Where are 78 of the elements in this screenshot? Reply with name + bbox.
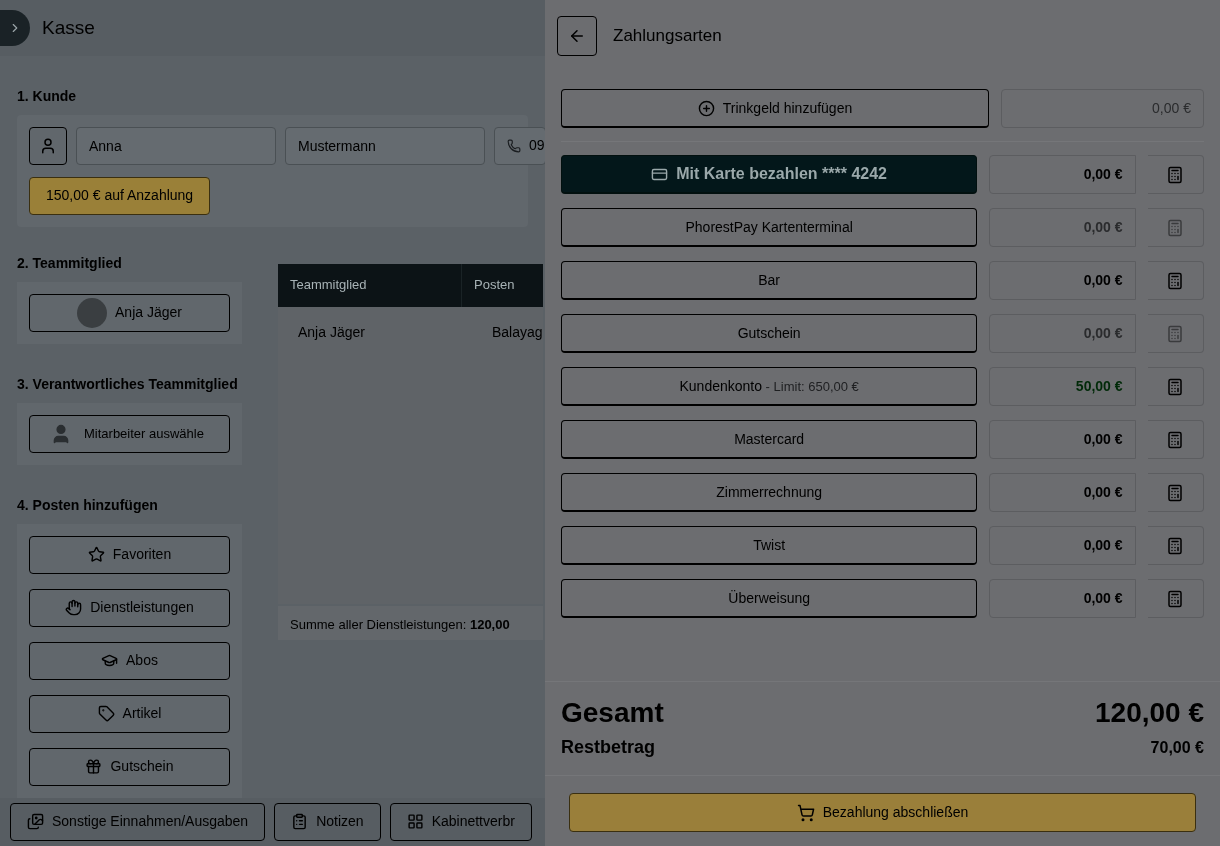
amount-field[interactable]: 0,00 € — [989, 579, 1136, 618]
cart-icon — [796, 803, 815, 822]
expand-button[interactable] — [0, 9, 30, 46]
amount-field[interactable]: 0,00 € — [989, 155, 1136, 194]
last-name-field[interactable]: Mustermann — [285, 126, 485, 165]
section-heading: 3. Verantwortliches Teammitglied — [17, 374, 239, 394]
team-member-button[interactable]: Anja Jäger — [29, 293, 230, 332]
rest-amount: 70,00 € — [1150, 737, 1204, 758]
calculator-button[interactable] — [1147, 155, 1204, 194]
phone-value: 09 — [529, 136, 545, 156]
calculator-icon — [1166, 483, 1185, 502]
calculator-button[interactable] — [1147, 261, 1204, 300]
grid-icon — [406, 813, 424, 831]
calculator-button[interactable] — [1147, 314, 1204, 353]
calculator-icon — [1166, 218, 1185, 237]
gift-icon — [85, 758, 103, 776]
payment-method-button[interactable]: Mit Karte bezahlen **** 4242 — [561, 155, 978, 194]
calculator-button[interactable] — [1147, 367, 1204, 406]
total-amount: 120,00 € — [1095, 696, 1204, 730]
sum-bar: Summe aller Dienstleistungen: 120,00 — [278, 605, 543, 640]
section-heading: 1. Kunde — [17, 86, 78, 106]
calculator-button[interactable] — [1147, 579, 1204, 618]
footer-button[interactable]: Sonstige Einnahmen/Ausgaben — [10, 802, 266, 841]
section-heading: 4. Posten hinzufügen — [17, 495, 159, 515]
tag-icon — [97, 705, 115, 723]
footer-button[interactable]: Kabinettverbr — [389, 802, 532, 841]
page-title: Kasse — [42, 15, 95, 40]
calculator-button[interactable] — [1147, 473, 1204, 512]
avatar — [77, 297, 108, 328]
rest-label: Restbetrag — [561, 736, 656, 759]
phone-field[interactable]: 09 — [494, 126, 545, 165]
table-cell-text: Anja Jäger — [297, 323, 366, 343]
column-header: Posten — [473, 276, 516, 295]
calculator-button[interactable] — [1147, 420, 1204, 459]
phone-icon — [507, 138, 521, 153]
deposit-badge: 150,00 € auf Anzahlung — [29, 176, 211, 215]
calculator-button[interactable] — [1147, 208, 1204, 247]
calculator-icon — [1166, 165, 1185, 184]
amount-field[interactable]: 50,00 € — [989, 367, 1136, 406]
payment-method-button[interactable]: Kundenkonto - Limit: 650,00 € — [561, 367, 978, 406]
table-cell-text: Balayag — [491, 323, 543, 343]
payment-method-button[interactable]: Überweisung — [561, 579, 978, 618]
total-label: Gesamt — [561, 696, 664, 730]
amount-field[interactable]: 0,00 € — [989, 473, 1136, 512]
plus-circle-icon — [697, 99, 715, 117]
calculator-icon — [1166, 271, 1185, 290]
amount-field[interactable]: 0,00 € — [989, 526, 1136, 565]
calculator-icon — [1166, 324, 1185, 343]
calculator-icon — [1166, 536, 1185, 555]
clipboard-icon — [291, 813, 309, 831]
calculator-button[interactable] — [1147, 526, 1204, 565]
add-item-button[interactable]: Gutschein — [29, 747, 230, 786]
add-item-button[interactable]: Favoriten — [29, 535, 230, 574]
drawer-title: Zahlungsarten — [613, 25, 722, 48]
back-button[interactable] — [557, 16, 597, 56]
calculator-icon — [1166, 589, 1185, 608]
hand-icon — [65, 599, 83, 617]
column-header: Teammitglied — [278, 263, 462, 307]
add-item-button[interactable]: Dienstleistungen — [29, 588, 230, 627]
add-item-button[interactable]: Artikel — [29, 694, 230, 733]
footer-button[interactable]: Notizen — [274, 802, 381, 841]
calculator-icon — [1166, 377, 1185, 396]
images-icon — [27, 813, 44, 831]
section-heading: 2. Teammitglied — [17, 253, 123, 273]
payment-method-button[interactable]: Zimmerrechnung — [561, 473, 978, 512]
payment-method-button[interactable]: Twist — [561, 526, 978, 565]
person-icon — [39, 136, 57, 155]
first-name-field[interactable]: Anna — [76, 126, 276, 165]
add-item-button[interactable]: Abos — [29, 641, 230, 680]
checkout-button[interactable]: Bezahlung abschließen — [569, 793, 1196, 832]
payment-method-button[interactable]: Mastercard — [561, 420, 978, 459]
amount-field[interactable]: 0,00 € — [989, 420, 1136, 459]
calculator-icon — [1166, 430, 1185, 449]
customer-button[interactable] — [29, 126, 67, 165]
amount-field[interactable]: 0,00 € — [989, 261, 1136, 300]
star-icon — [87, 546, 105, 564]
select-staff-button[interactable]: Mitarbeiter auswähle — [29, 414, 230, 453]
payment-method-button[interactable]: Bar — [561, 261, 978, 300]
